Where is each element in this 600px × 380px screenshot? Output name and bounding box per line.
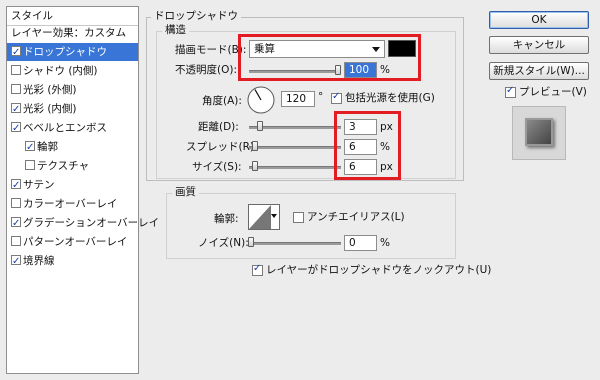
- chevron-down-icon: [271, 214, 277, 218]
- angle-dial[interactable]: [246, 85, 276, 115]
- style-list-checkbox[interactable]: [11, 101, 21, 119]
- style-list-item-label: カラーオーバーレイ: [23, 198, 118, 210]
- style-list-item[interactable]: カラーオーバーレイ: [7, 195, 138, 213]
- style-list-checkbox[interactable]: [25, 160, 35, 170]
- new-style-button[interactable]: 新規スタイル(W)...: [489, 62, 589, 80]
- size-label: サイズ(S):: [192, 161, 242, 173]
- distance-slider-thumb[interactable]: [257, 121, 263, 131]
- noise-label: ノイズ(N):: [198, 237, 249, 249]
- size-slider-track[interactable]: [249, 166, 341, 169]
- style-list-item[interactable]: 輪郭: [7, 138, 138, 157]
- style-list-item[interactable]: シャドウ (内側): [7, 62, 138, 80]
- style-list-checkbox[interactable]: [25, 139, 35, 157]
- style-list-item-label: 光彩 (外側): [23, 84, 77, 96]
- style-list-item-label: ベベルとエンボス: [23, 122, 107, 134]
- style-list-item[interactable]: 境界線: [7, 252, 138, 271]
- style-list-checkbox[interactable]: [11, 177, 21, 195]
- contour-picker[interactable]: [248, 204, 280, 230]
- style-list-item-label: シャドウ (内側): [23, 65, 98, 77]
- spread-slider-track[interactable]: [249, 146, 341, 149]
- noise-slider-track[interactable]: [249, 242, 341, 245]
- structure-title: 構造: [162, 24, 189, 36]
- style-list-item-label: 輪郭: [37, 141, 58, 153]
- noise-unit: %: [380, 237, 390, 249]
- distance-label: 距離(D):: [198, 121, 239, 133]
- anti-alias-label: アンチエイリアス(L): [307, 211, 405, 223]
- style-list-item[interactable]: サテン: [7, 176, 138, 195]
- blend-mode-label: 描画モード(B):: [175, 44, 247, 56]
- highlight-box-blend-opacity: [238, 34, 421, 81]
- style-preview-thumbnail: [512, 106, 566, 160]
- spread-slider-thumb[interactable]: [252, 141, 258, 151]
- style-list-item[interactable]: 光彩 (外側): [7, 81, 138, 99]
- angle-unit: °: [318, 91, 324, 103]
- style-list-checkbox[interactable]: [11, 236, 21, 246]
- style-list-item[interactable]: ベベルとエンボス: [7, 119, 138, 138]
- style-list-item[interactable]: レイヤー効果：カスタム: [7, 24, 138, 42]
- style-list-checkbox[interactable]: [11, 198, 21, 208]
- global-light-checkbox[interactable]: [331, 91, 342, 104]
- style-list-checkbox[interactable]: [11, 44, 21, 62]
- spread-label: スプレッド(R):: [186, 141, 258, 153]
- style-list-item-label: サテン: [23, 179, 55, 191]
- noise-slider-thumb[interactable]: [248, 237, 254, 247]
- ok-button[interactable]: OK: [489, 11, 589, 29]
- noise-input[interactable]: 0: [344, 235, 377, 251]
- style-list-checkbox[interactable]: [11, 84, 21, 94]
- contour-label: 輪郭:: [214, 213, 239, 225]
- style-list-item-label: テクスチャ: [37, 160, 90, 172]
- style-list-item[interactable]: パターンオーバーレイ: [7, 233, 138, 251]
- style-list-item-label: 境界線: [23, 255, 55, 267]
- anti-alias-checkbox[interactable]: [293, 212, 304, 223]
- style-list-item-label: レイヤー効果：カスタム: [11, 27, 127, 39]
- style-list-item-label: グラデーションオーバーレイ: [23, 217, 160, 229]
- contour-preview-icon: [249, 205, 271, 229]
- style-list-item[interactable]: 光彩 (内側): [7, 100, 138, 119]
- styles-list: スタイル レイヤー効果：カスタムドロップシャドウシャドウ (内側)光彩 (外側)…: [6, 6, 159, 374]
- angle-input[interactable]: 120: [281, 91, 315, 107]
- style-preview-icon: [525, 118, 553, 146]
- global-light-label: 包括光源を使用(G): [345, 92, 435, 104]
- angle-label: 角度(A):: [202, 95, 242, 107]
- knockout-checkbox[interactable]: [252, 263, 263, 276]
- preview-label: プレビュー(V): [519, 86, 587, 98]
- style-list-item[interactable]: テクスチャ: [7, 157, 138, 175]
- quality-title: 画質: [172, 186, 199, 198]
- style-list-checkbox[interactable]: [11, 215, 21, 233]
- style-list-item-label: パターンオーバーレイ: [23, 236, 128, 248]
- cancel-button[interactable]: キャンセル: [489, 36, 589, 54]
- size-slider-thumb[interactable]: [252, 161, 258, 171]
- style-list-checkbox[interactable]: [11, 65, 21, 75]
- style-list-item[interactable]: ドロップシャドウ: [7, 43, 138, 62]
- style-list-item-label: 光彩 (内側): [23, 103, 77, 115]
- opacity-label: 不透明度(O):: [175, 64, 237, 76]
- style-list-checkbox[interactable]: [11, 120, 21, 138]
- style-list-item[interactable]: グラデーションオーバーレイ: [7, 214, 159, 233]
- preview-checkbox[interactable]: [505, 85, 516, 98]
- highlight-box-distance-spread-size: [334, 111, 401, 180]
- style-list-checkbox[interactable]: [11, 253, 21, 271]
- drop-shadow-title: ドロップシャドウ: [151, 10, 241, 22]
- knockout-label: レイヤーがドロップシャドウをノックアウト(U): [266, 264, 492, 276]
- style-list-item-label: ドロップシャドウ: [23, 46, 107, 58]
